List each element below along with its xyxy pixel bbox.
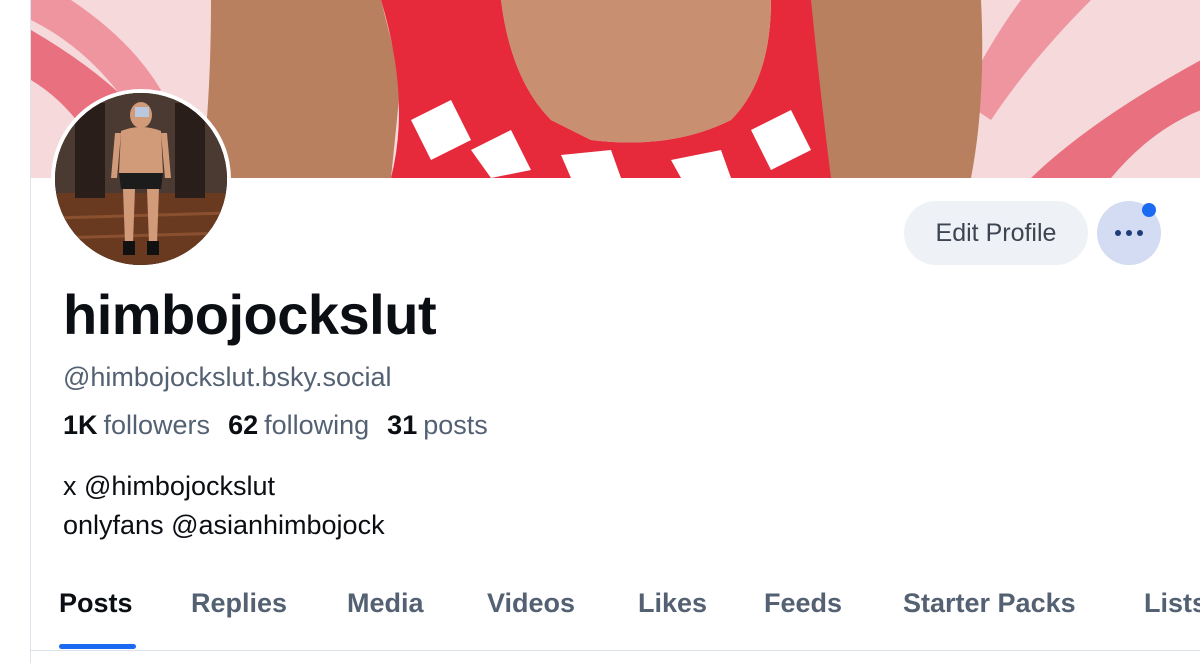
profile-stats: 1K followers 62 following 31 posts bbox=[63, 410, 488, 441]
display-name: himbojockslut bbox=[63, 283, 437, 346]
tab-videos[interactable]: Videos bbox=[487, 588, 575, 619]
avatar-photo bbox=[55, 93, 227, 265]
active-tab-indicator bbox=[59, 644, 136, 649]
posts-label: posts bbox=[423, 410, 488, 440]
following-label: following bbox=[264, 410, 370, 440]
tab-likes[interactable]: Likes bbox=[638, 588, 707, 619]
followers-stat[interactable]: 1K followers bbox=[63, 410, 210, 441]
edit-profile-button[interactable]: Edit Profile bbox=[904, 201, 1088, 265]
tab-starter-packs[interactable]: Starter Packs bbox=[903, 588, 1076, 619]
tab-posts[interactable]: Posts bbox=[59, 588, 133, 619]
bio-line: onlyfans @asianhimbojock bbox=[63, 510, 385, 540]
tab-feeds[interactable]: Feeds bbox=[764, 588, 842, 619]
profile-handle: @himbojockslut.bsky.social bbox=[63, 362, 392, 392]
following-stat[interactable]: 62 following bbox=[228, 410, 369, 441]
tab-lists[interactable]: Lists bbox=[1144, 588, 1200, 619]
followers-label: followers bbox=[103, 410, 211, 440]
profile-bio: x @himbojockslut onlyfans @asianhimbojoc… bbox=[63, 467, 385, 545]
bio-line: x @himbojockslut bbox=[63, 471, 275, 501]
posts-stat: 31 posts bbox=[387, 410, 488, 441]
following-count: 62 bbox=[228, 410, 259, 440]
avatar[interactable] bbox=[51, 89, 231, 269]
followers-count: 1K bbox=[63, 410, 98, 440]
profile-page: Edit Profile himbojockslut @himbojockslu… bbox=[30, 0, 1200, 663]
profile-tabs: Posts Replies Media Videos Likes Feeds S… bbox=[31, 574, 1200, 651]
tab-media[interactable]: Media bbox=[347, 588, 424, 619]
ellipsis-icon bbox=[1115, 230, 1143, 236]
notification-dot bbox=[1142, 203, 1156, 217]
tab-replies[interactable]: Replies bbox=[191, 588, 287, 619]
posts-count: 31 bbox=[387, 410, 418, 440]
